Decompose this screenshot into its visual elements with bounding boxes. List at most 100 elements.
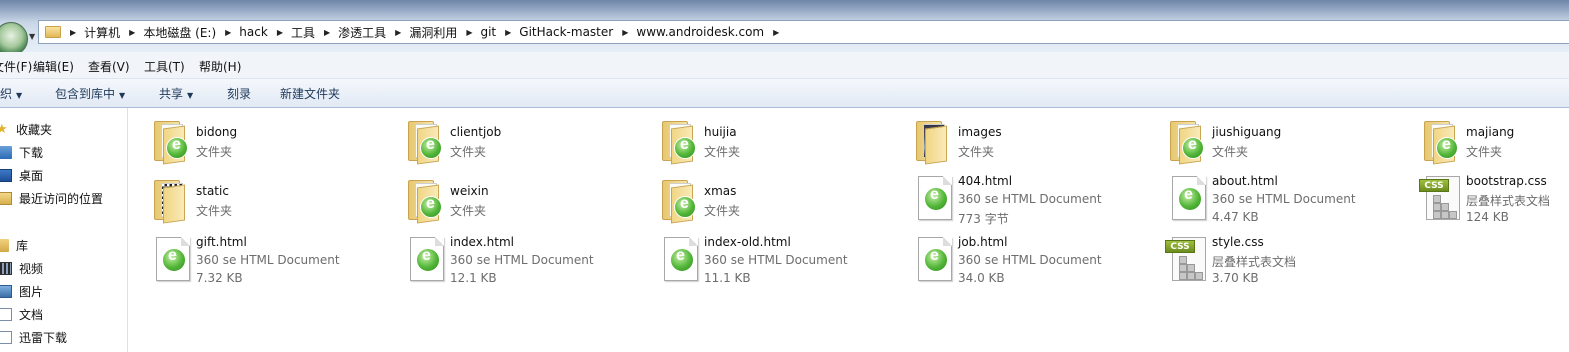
breadcrumb-separator-icon[interactable]: ▶ <box>622 28 628 37</box>
breadcrumb-separator-icon[interactable]: ▶ <box>70 28 76 37</box>
file-size: 3.70 KB <box>1212 271 1259 285</box>
menu-file[interactable]: 文件(F) <box>0 58 32 75</box>
recent-places-icon <box>0 191 12 205</box>
file-item[interactable]: index.html 360 se HTML Document 12.1 KB <box>402 235 652 291</box>
breadcrumb-item[interactable]: www.androidesk.com <box>636 25 764 39</box>
file-item[interactable]: about.html 360 se HTML Document 4.47 KB <box>1164 174 1414 230</box>
file-item[interactable]: CSS style.css 层叠样式表文档 3.70 KB <box>1164 235 1414 291</box>
breadcrumb-separator-icon[interactable]: ▶ <box>505 28 511 37</box>
file-item[interactable]: job.html 360 se HTML Document 34.0 KB <box>910 235 1160 291</box>
breadcrumb-separator-icon[interactable]: ▶ <box>773 28 779 37</box>
file-type: 360 se HTML Document <box>450 253 594 267</box>
menu-tools[interactable]: 工具(T) <box>144 58 185 75</box>
nav-label: 库 <box>16 238 29 253</box>
breadcrumb-separator-icon[interactable]: ▶ <box>129 28 135 37</box>
breadcrumb-separator-icon[interactable]: ▶ <box>324 28 330 37</box>
file-size: 7.32 KB <box>196 271 243 285</box>
breadcrumb-item[interactable]: git <box>480 25 496 39</box>
file-size: 11.1 KB <box>704 271 751 285</box>
breadcrumb-separator-icon[interactable]: ▶ <box>225 28 231 37</box>
new-folder-button[interactable]: 新建文件夹 <box>280 85 340 102</box>
chevron-down-icon: ▼ <box>187 91 194 100</box>
nav-item-pictures[interactable]: 图片 <box>0 282 43 300</box>
nav-item-downloads[interactable]: 下载 <box>0 143 43 161</box>
nav-item-libraries[interactable]: 库 <box>0 236 28 254</box>
breadcrumb-item[interactable]: 漏洞利用 <box>409 24 457 41</box>
folder-item[interactable]: xmas 文件夹 <box>656 174 906 230</box>
file-type: 文件夹 <box>958 145 995 159</box>
file-name: clientjob <box>450 125 502 139</box>
title-bar: ▼ ▶ 计算机 ▶ 本地磁盘 (E:) ▶ hack ▶ 工具 ▶ 渗透工具 ▶ 漏洞利用 ▶ git ▶ G… <box>0 0 1569 56</box>
file-name: style.css <box>1212 235 1264 249</box>
folder-item[interactable]: weixin 文件夹 <box>402 174 652 230</box>
breadcrumb-separator-icon[interactable]: ▶ <box>395 28 401 37</box>
folder-item[interactable]: static 文件夹 <box>148 174 398 230</box>
file-name: huijia <box>704 125 737 139</box>
folder-icon <box>656 174 704 224</box>
nav-item-thunder-download[interactable]: 迅雷下载 <box>0 328 67 346</box>
css-document-icon: CSS <box>1418 174 1466 222</box>
thunder-download-icon <box>0 330 12 344</box>
pictures-icon <box>0 284 12 298</box>
burn-button[interactable]: 刻录 <box>227 85 251 102</box>
breadcrumb-item[interactable]: GitHack-master <box>519 25 613 39</box>
star-icon: ★ <box>0 121 8 137</box>
menu-edit[interactable]: 编辑(E) <box>33 58 74 75</box>
nav-item-videos[interactable]: 视频 <box>0 259 43 277</box>
breadcrumb-item[interactable]: 渗透工具 <box>338 24 386 41</box>
nav-item-documents[interactable]: 文档 <box>0 305 43 323</box>
menu-view[interactable]: 查看(V) <box>88 58 130 75</box>
include-label: 包含到库中 <box>55 87 116 101</box>
breadcrumb-item[interactable]: 工具 <box>291 24 315 41</box>
folder-item[interactable]: huijia 文件夹 <box>656 115 906 171</box>
breadcrumb-separator-icon[interactable]: ▶ <box>466 28 472 37</box>
file-name: majiang <box>1466 125 1515 139</box>
folder-item[interactable]: majiang 文件夹 <box>1418 115 1569 171</box>
video-icon <box>0 261 12 275</box>
file-item[interactable]: 404.html 360 se HTML Document 773 字节 <box>910 174 1160 230</box>
organize-button[interactable]: 组织▼ <box>0 85 22 102</box>
share-button[interactable]: 共享 ▼ <box>159 85 193 102</box>
file-name: bidong <box>196 125 238 139</box>
desktop-icon <box>0 168 12 182</box>
download-folder-icon <box>0 145 12 159</box>
breadcrumb-item[interactable]: 本地磁盘 (E:) <box>143 24 216 41</box>
breadcrumb-item[interactable]: hack <box>239 25 268 39</box>
file-type: 360 se HTML Document <box>958 192 1102 206</box>
folder-item[interactable]: jiushiguang 文件夹 <box>1164 115 1414 171</box>
nav-label: 最近访问的位置 <box>19 191 104 206</box>
file-item[interactable]: gift.html 360 se HTML Document 7.32 KB <box>148 235 398 291</box>
file-type: 360 se HTML Document <box>196 253 340 267</box>
breadcrumb-item[interactable]: 计算机 <box>84 24 120 41</box>
include-in-library-button[interactable]: 包含到库中 ▼ <box>55 85 125 102</box>
menu-help[interactable]: 帮助(H) <box>199 58 241 75</box>
folder-icon <box>402 174 450 224</box>
html-document-icon <box>1164 174 1212 222</box>
file-type: 文件夹 <box>450 204 487 218</box>
nav-item-favorites[interactable]: ★ 收藏夹 <box>0 120 52 138</box>
nav-item-recent-places[interactable]: 最近访问的位置 <box>0 189 103 207</box>
folder-item[interactable]: images 文件夹 <box>910 115 1160 171</box>
chevron-down-icon: ▼ <box>119 91 126 100</box>
file-type: 360 se HTML Document <box>704 253 848 267</box>
file-type: 文件夹 <box>704 145 741 159</box>
file-item[interactable]: index-old.html 360 se HTML Document 11.1 K… <box>656 235 906 291</box>
file-item[interactable]: CSS bootstrap.css 层叠样式表文档 124 KB <box>1418 174 1569 230</box>
folder-item[interactable]: bidong 文件夹 <box>148 115 398 171</box>
folder-icon <box>45 26 61 38</box>
organize-label: 组织 <box>0 87 13 101</box>
breadcrumb-separator-icon[interactable]: ▶ <box>277 28 283 37</box>
folder-item[interactable]: clientjob 文件夹 <box>402 115 652 171</box>
html-document-icon <box>402 235 450 283</box>
nav-label: 迅雷下载 <box>19 330 68 345</box>
nav-item-desktop[interactable]: 桌面 <box>0 166 43 184</box>
nav-label: 图片 <box>19 284 44 299</box>
back-button[interactable] <box>0 22 28 56</box>
css-document-icon: CSS <box>1164 235 1212 283</box>
folder-icon <box>402 115 450 165</box>
file-name: images <box>958 125 1002 139</box>
file-name: bootstrap.css <box>1466 174 1547 188</box>
address-bar[interactable]: ▶ 计算机 ▶ 本地磁盘 (E:) ▶ hack ▶ 工具 ▶ 渗透工具 ▶ 漏洞利用 ▶ git ▶ Git… <box>38 20 1569 44</box>
command-bar: 组织▼ 包含到库中▼ 共享▼ 刻录 新建文件夹 <box>0 79 1569 108</box>
file-name: about.html <box>1212 174 1278 188</box>
